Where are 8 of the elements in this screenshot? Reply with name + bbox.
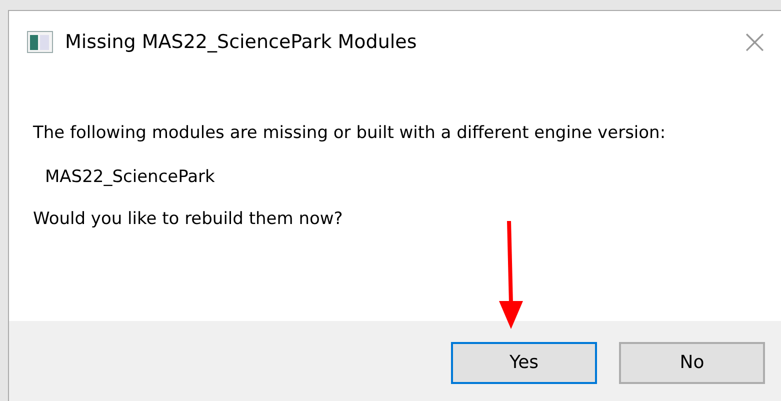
window-title: Missing MAS22_SciencePark Modules — [65, 31, 418, 53]
app-icon — [27, 31, 53, 53]
dialog-button[interactable]: No — [619, 342, 765, 384]
module-name: MAS22_SciencePark — [45, 167, 216, 187]
annotation-arrow-icon — [499, 221, 523, 331]
question-text: Would you like to rebuild them now? — [33, 208, 344, 231]
dialog-button[interactable]: Yes — [451, 342, 597, 384]
message-text: The following modules are missing or built with a different engine version: — [33, 122, 667, 145]
